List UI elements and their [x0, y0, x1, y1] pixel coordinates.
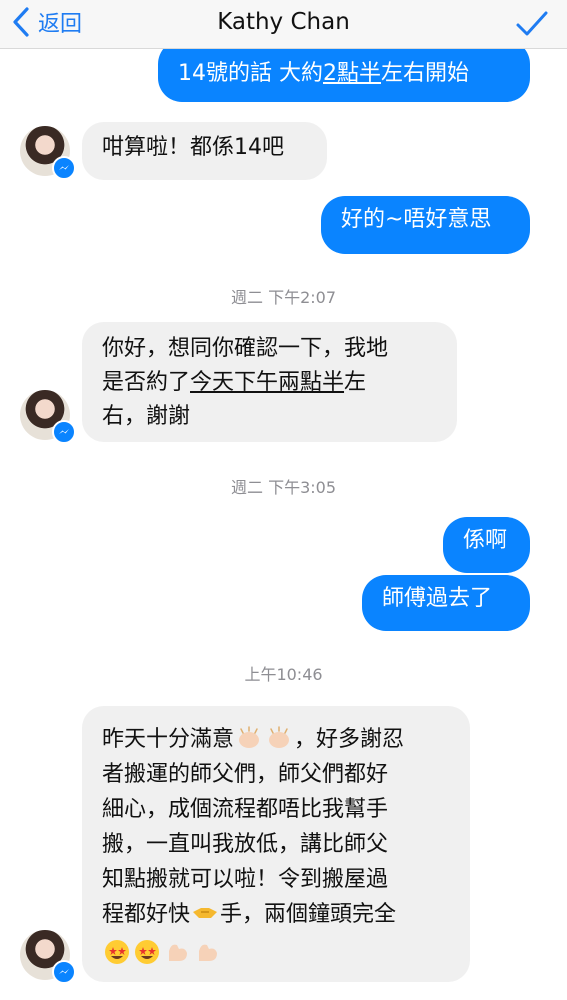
clapping-hands-emoji	[239, 726, 260, 748]
message-line: 知點搬就可以啦！令到搬屋過	[102, 867, 389, 892]
outgoing-message[interactable]: 師傅過去了	[362, 575, 530, 631]
clapping-hands-emoji	[269, 726, 290, 748]
message-text: 昨天十分滿意	[102, 727, 235, 752]
message-line: 者搬運的師父們，師父們都好	[102, 762, 389, 787]
messenger-badge-icon	[52, 156, 76, 180]
message-line: 右，謝謝	[102, 404, 191, 429]
avatar[interactable]	[20, 126, 76, 180]
message-line: 昨天十分滿意 ，好多謝忍	[102, 722, 450, 757]
message-text: ，好多謝忍	[294, 727, 405, 752]
outgoing-message[interactable]: 係啊	[443, 517, 530, 573]
message-line	[102, 936, 450, 971]
message-line: 程都好快 手，兩個鐘頭完全	[102, 897, 450, 932]
message-line: 是否約了今天下午兩點半左	[102, 366, 437, 400]
message-text: 14號的話 大約	[178, 61, 323, 86]
incoming-message[interactable]: 咁算啦！都係14吧	[82, 122, 327, 180]
message-line: 你好，想同你確認一下，我地	[102, 336, 389, 361]
avatar[interactable]	[20, 390, 76, 444]
star-struck-emoji	[135, 940, 159, 964]
checkmark-icon[interactable]	[515, 10, 549, 38]
message-line: 細心，成個流程都唔比我幫手	[102, 797, 389, 822]
avatar[interactable]	[20, 930, 76, 984]
message-text: 左右開始	[381, 61, 470, 86]
message-text: 師傅過去了	[382, 586, 493, 611]
handshake-emoji	[193, 908, 218, 918]
incoming-message[interactable]: 你好，想同你確認一下，我地 是否約了今天下午兩點半左 右，謝謝	[82, 322, 457, 442]
message-text: 程都好快	[102, 902, 191, 927]
messenger-badge-icon	[52, 420, 76, 444]
incoming-message[interactable]: 昨天十分滿意 ，好多謝忍 者搬運的師父們，師父們都好 細心，成個流程都唔比我幫手 …	[82, 706, 470, 982]
message-text: 左	[344, 370, 367, 395]
message-underlined-text: 2點半	[323, 61, 381, 86]
timestamp: 週二 下午3:05	[230, 478, 337, 497]
messenger-badge-icon	[52, 960, 76, 984]
timestamp: 週二 下午2:07	[230, 288, 337, 307]
outgoing-message[interactable]: 好的~唔好意思	[321, 196, 530, 254]
contact-name: Kathy Chan	[217, 9, 350, 35]
message-text: 手，兩個鐘頭完全	[220, 902, 397, 927]
outgoing-message[interactable]: 14號的話 大約2點半左右開始	[158, 40, 530, 102]
chat-header: 返回 Kathy Chan	[0, 0, 567, 49]
message-text: 係啊	[463, 528, 508, 553]
message-text: 咁算啦！都係14吧	[102, 135, 284, 160]
message-text: 是否約了	[102, 370, 191, 395]
message-underlined-text: 今天下午兩點半	[190, 370, 345, 395]
star-struck-emoji	[105, 940, 129, 964]
message-text: 好的~唔好意思	[341, 207, 492, 232]
timestamp: 上午10:46	[244, 665, 323, 684]
flexed-biceps-emoji	[199, 944, 217, 961]
flexed-biceps-emoji	[169, 944, 187, 961]
message-line: 搬，一直叫我放低，講比師父	[102, 832, 389, 857]
